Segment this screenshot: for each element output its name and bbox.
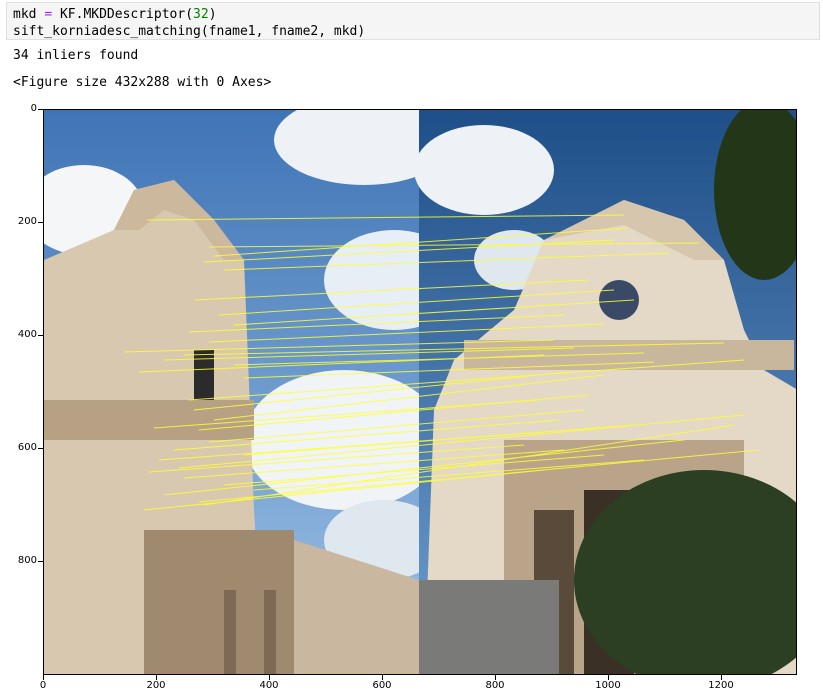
x-tick-label: 400 <box>259 680 279 691</box>
y-tick-label: 800 <box>17 555 37 566</box>
x-tick-label: 200 <box>146 680 166 691</box>
y-tick-label: 200 <box>17 216 37 227</box>
y-tick-mark <box>38 109 43 110</box>
code-cell-input[interactable]: mkd = KF.MKDDescriptor(32) sift_korniade… <box>6 2 820 40</box>
x-tick-label: 1200 <box>708 680 734 691</box>
code-line-1: mkd = KF.MKDDescriptor(32) <box>13 7 217 22</box>
image-pair-svg <box>44 110 796 674</box>
y-tick-label: 400 <box>17 329 37 340</box>
x-tick-label: 800 <box>485 680 505 691</box>
y-tick-mark <box>38 335 43 336</box>
left-photo <box>44 110 464 674</box>
x-tick-label: 600 <box>372 680 392 691</box>
x-tick-label: 0 <box>39 680 47 691</box>
right-photo <box>414 110 796 674</box>
y-tick-mark <box>38 448 43 449</box>
output-inliers-text: 34 inliers found <box>13 48 139 63</box>
y-tick-label: 600 <box>17 442 37 453</box>
code-line-2: sift_korniadesc_matching(fname1, fname2,… <box>13 24 366 39</box>
x-tick-label: 1000 <box>595 680 621 691</box>
output-figure-text: <Figure size 432x288 with 0 Axes> <box>13 75 272 90</box>
matching-figure <box>43 109 797 675</box>
y-tick-label: 0 <box>30 103 37 114</box>
y-tick-mark <box>38 222 43 223</box>
y-tick-mark <box>38 561 43 562</box>
